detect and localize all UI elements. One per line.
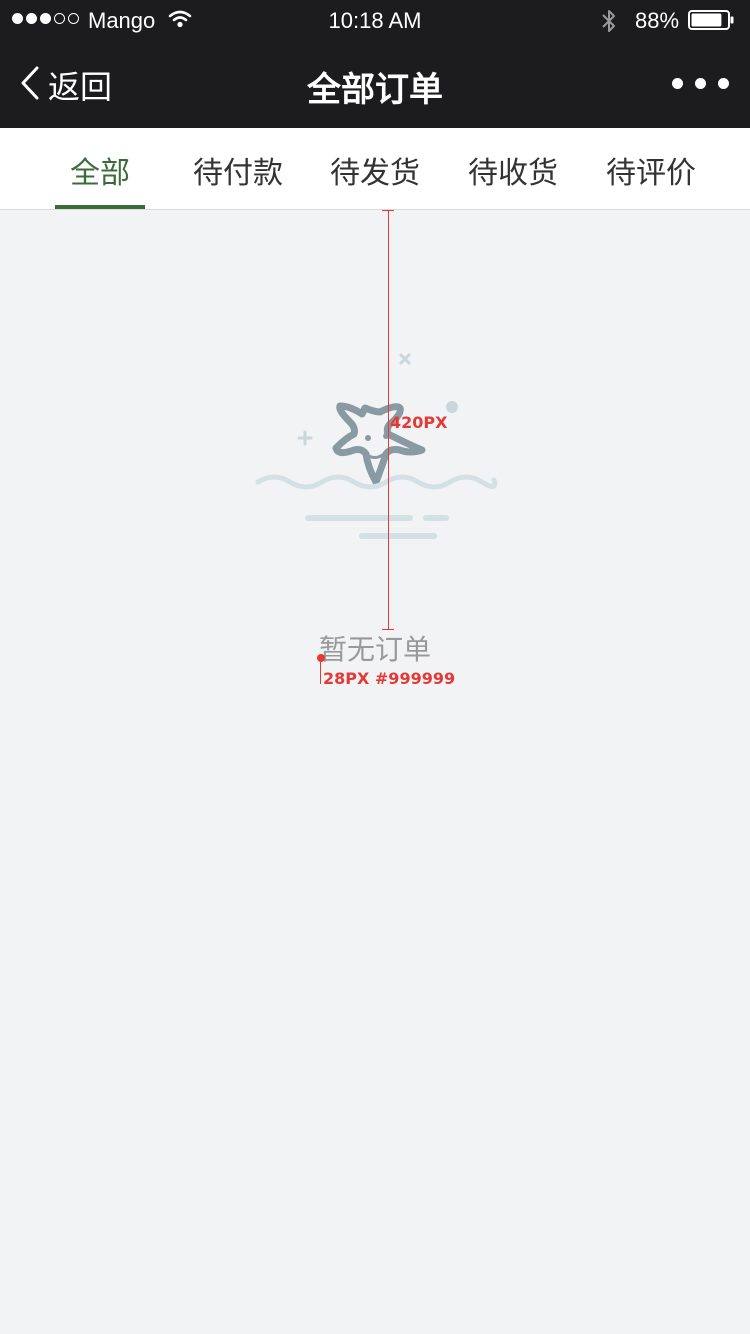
tab-pending-payment[interactable]: 待付款: [183, 148, 293, 209]
top-bar: Mango 10:18 AM 88% 返回 全部订单: [0, 0, 750, 128]
measurement-cap-top: [382, 210, 394, 211]
tab-pending-review[interactable]: 待评价: [596, 148, 706, 209]
measurement-distance-label: 420PX: [390, 413, 448, 432]
spec-marker-line: [320, 660, 321, 684]
more-dot-icon: [695, 78, 706, 89]
page-title: 全部订单: [307, 70, 443, 110]
bluetooth-icon: [600, 8, 618, 40]
more-dot-icon: [672, 78, 683, 89]
more-menu-button[interactable]: [672, 78, 729, 89]
battery-percent: 88%: [635, 8, 680, 33]
tab-pending-shipment[interactable]: 待发货: [320, 148, 430, 209]
starfish-empty-illustration: [250, 350, 500, 550]
empty-state-message: 暂无订单: [318, 633, 431, 666]
more-dot-icon: [718, 78, 729, 89]
tab-all[interactable]: 全部: [55, 148, 145, 209]
active-tab-indicator: [55, 205, 145, 209]
navigation-bar: 返回 全部订单: [0, 40, 750, 128]
status-bar: Mango 10:18 AM 88%: [0, 0, 750, 40]
text-spec-label: 28PX #999999: [323, 669, 456, 688]
measurement-cap-bottom: [382, 629, 394, 630]
battery-icon: [688, 10, 734, 30]
tab-pending-receipt[interactable]: 待收货: [458, 148, 568, 209]
order-status-tabs: 全部 待付款 待发货 待收货 待评价: [0, 128, 750, 210]
measurement-line: [388, 210, 389, 630]
spec-marker-dot: [317, 654, 325, 662]
empty-state: 暂无订单: [0, 210, 750, 1334]
